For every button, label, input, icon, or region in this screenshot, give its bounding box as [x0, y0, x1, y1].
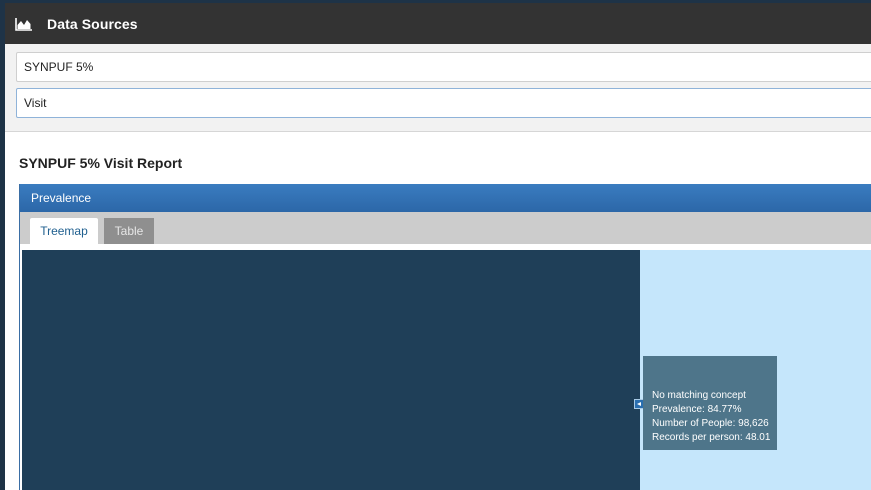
treemap-cell-no-matching-concept[interactable] [22, 250, 640, 490]
tooltip-concept: No matching concept [652, 390, 746, 401]
app-header: Data Sources [5, 3, 871, 44]
tab-bar: Treemap Table [20, 212, 871, 244]
tab-table[interactable]: Table [104, 218, 154, 244]
tooltip-prevalence: Prevalence: 84.77% [652, 404, 742, 415]
tab-treemap[interactable]: Treemap [30, 218, 98, 244]
treemap-tooltip: No matching concept Prevalence: 84.77% N… [643, 356, 777, 450]
report-select[interactable]: Visit [16, 88, 871, 118]
tooltip-records: Records per person: 48.01 [652, 432, 771, 443]
report-title: SYNPUF 5% Visit Report [19, 155, 183, 171]
tooltip-people: Number of People: 98,626 [652, 418, 769, 429]
app-window: Data Sources SYNPUF 5% Visit SYNPUF 5% V… [5, 3, 871, 490]
treemap-chart[interactable]: No matching concept Prevalence: 84.77% N… [22, 250, 871, 490]
area-chart-icon [15, 17, 32, 31]
data-source-select[interactable]: SYNPUF 5% [16, 52, 871, 82]
page-title: Data Sources [47, 15, 138, 32]
selector-area: SYNPUF 5% Visit [5, 44, 871, 132]
panel-heading: Prevalence [20, 184, 871, 212]
prevalence-panel: Prevalence Treemap Table No matching con… [19, 184, 871, 490]
